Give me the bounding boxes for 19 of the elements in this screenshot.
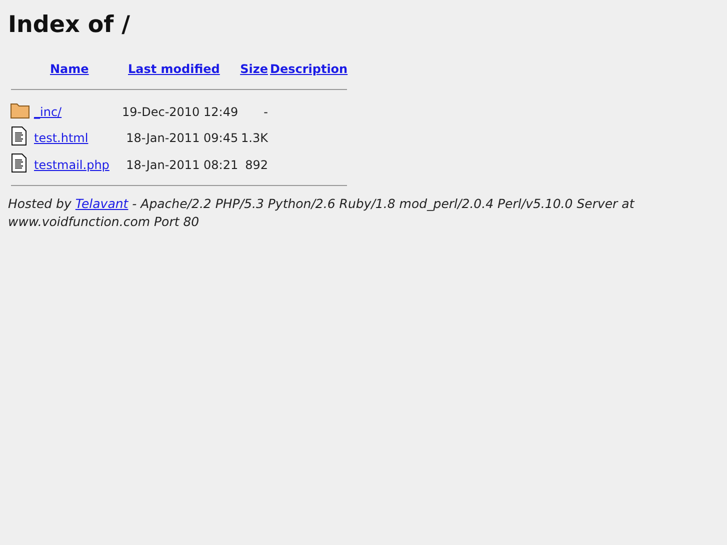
file-size: 892 [245, 158, 268, 172]
file-link[interactable]: test.html [34, 130, 88, 144]
modified-date: 19-Dec-2010 12:49 [122, 104, 238, 118]
folder-icon [10, 101, 30, 119]
host-link[interactable]: Telavant [75, 196, 128, 211]
server-info-text: Hosted by Telavant - Apache/2.2 PHP/5.3 Python/2.6 Ruby/1.8 mod_perl/2.0.4 Perl/v5.10.0 Server at www.voidfunction.com Port 80 [8, 195, 636, 231]
document-icon [10, 153, 28, 173]
file-size: - [264, 104, 268, 118]
column-sort-link[interactable]: Last modified [128, 62, 220, 76]
file-size: 1.3K [241, 130, 268, 144]
page-title: Index of / [8, 12, 132, 38]
column-sort-link[interactable]: Description [270, 62, 348, 76]
column-sort-link[interactable]: Size [240, 62, 268, 76]
column-sort-link[interactable]: Name [50, 62, 89, 76]
file-link[interactable]: testmail.php [34, 158, 110, 172]
file-link[interactable]: _inc/ [34, 104, 62, 118]
modified-date: 18-Jan-2011 08:21 [126, 158, 238, 172]
modified-date: 18-Jan-2011 09:45 [126, 130, 238, 144]
document-icon [10, 126, 28, 146]
